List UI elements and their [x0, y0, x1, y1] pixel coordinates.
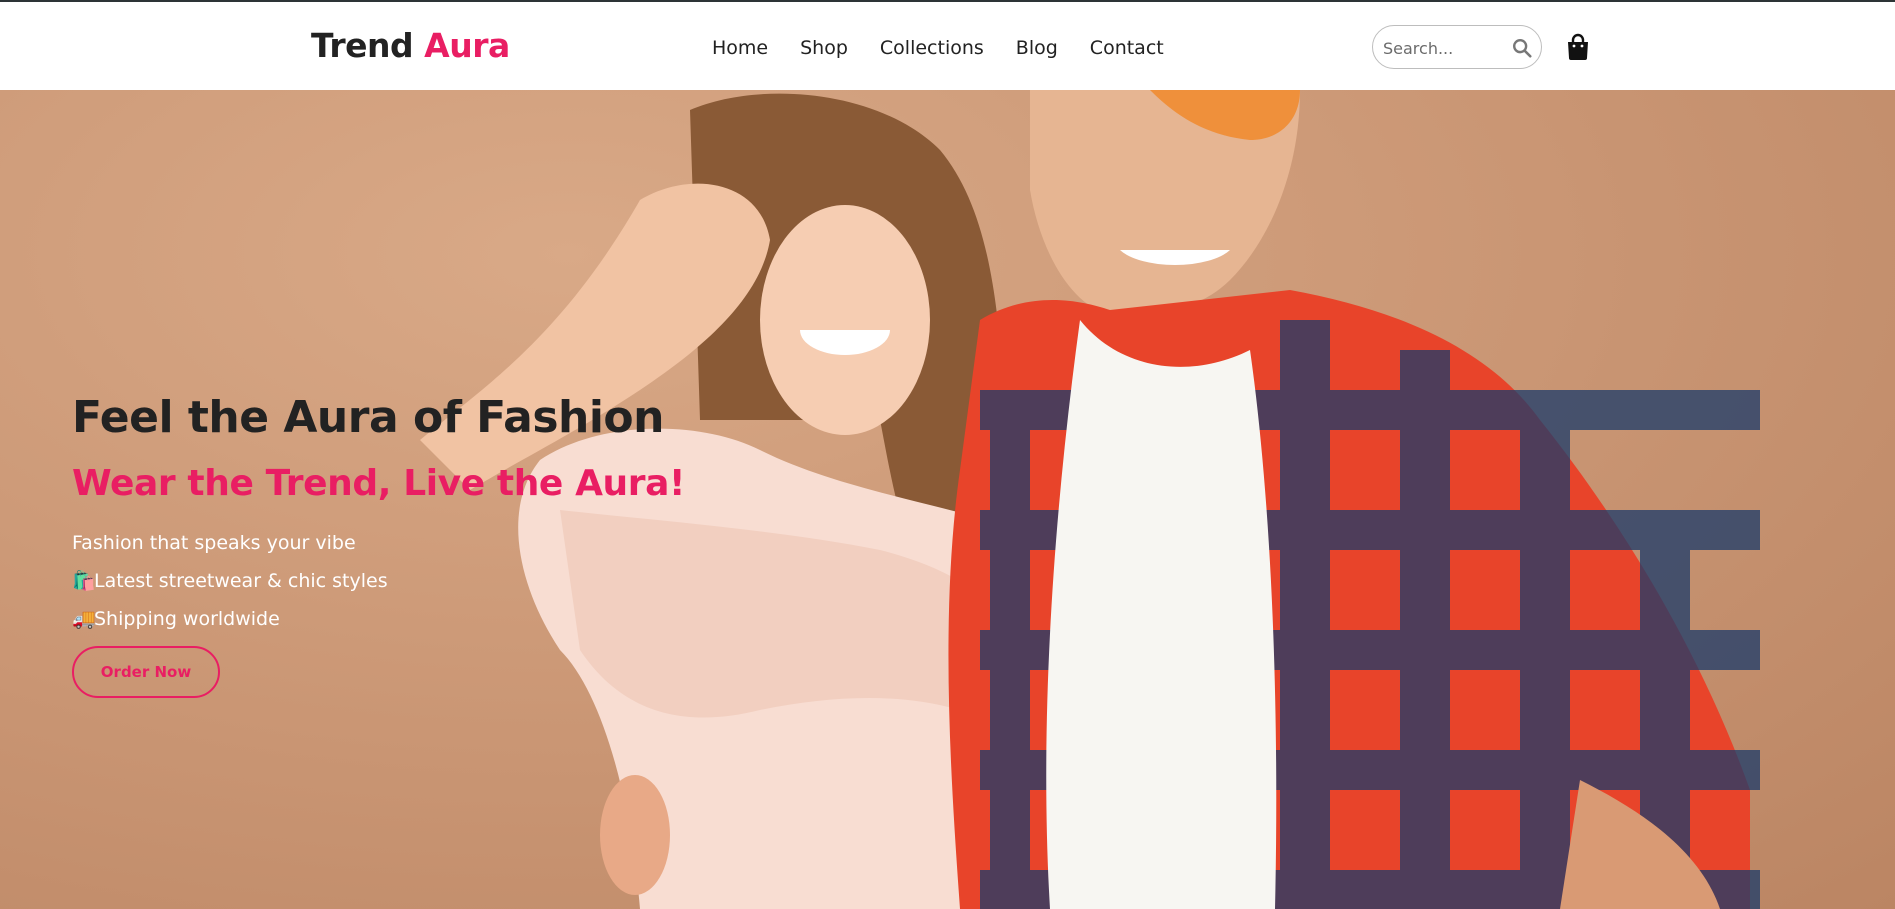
site-header: Trend Aura Home Shop Collections Blog Co…: [0, 2, 1895, 90]
site-logo[interactable]: Trend Aura: [311, 26, 510, 65]
hero-feature-shipping: 🚚Shipping worldwide: [72, 606, 672, 632]
tagline-text: Fashion that speaks your vibe: [72, 532, 356, 554]
hero-subheadline: Wear the Trend, Live the Aura!: [72, 463, 686, 504]
nav-shop[interactable]: Shop: [800, 35, 848, 61]
search-input[interactable]: [1383, 36, 1503, 60]
hero-headline: Feel the Aura of Fashion: [72, 392, 664, 443]
search-box: [1372, 25, 1542, 69]
nav-blog[interactable]: Blog: [1016, 35, 1058, 61]
hero-tagline: Fashion that speaks your vibe: [72, 530, 672, 556]
feature-shipping-text: Shipping worldwide: [94, 608, 280, 630]
logo-word-trend: Trend: [311, 26, 414, 65]
delivery-truck-icon: 🚚: [72, 608, 96, 630]
feature-styles-text: Latest streetwear & chic styles: [94, 570, 388, 592]
nav-collections[interactable]: Collections: [880, 35, 984, 61]
hero-text-block: Feel the Aura of Fashion Wear the Trend,…: [72, 390, 686, 698]
main-nav: Home Shop Collections Blog Contact: [712, 35, 1196, 61]
search-icon[interactable]: [1511, 37, 1533, 59]
hero-banner: Feel the Aura of Fashion Wear the Trend,…: [0, 90, 1895, 909]
logo-word-aura: Aura: [424, 26, 510, 65]
nav-home[interactable]: Home: [712, 35, 768, 61]
shopping-bag-icon[interactable]: [1565, 33, 1591, 61]
order-now-button[interactable]: Order Now: [72, 646, 220, 698]
nav-contact[interactable]: Contact: [1090, 35, 1164, 61]
shopping-bags-icon: 🛍️: [72, 570, 96, 592]
hero-feature-styles: 🛍️Latest streetwear & chic styles: [72, 568, 672, 594]
